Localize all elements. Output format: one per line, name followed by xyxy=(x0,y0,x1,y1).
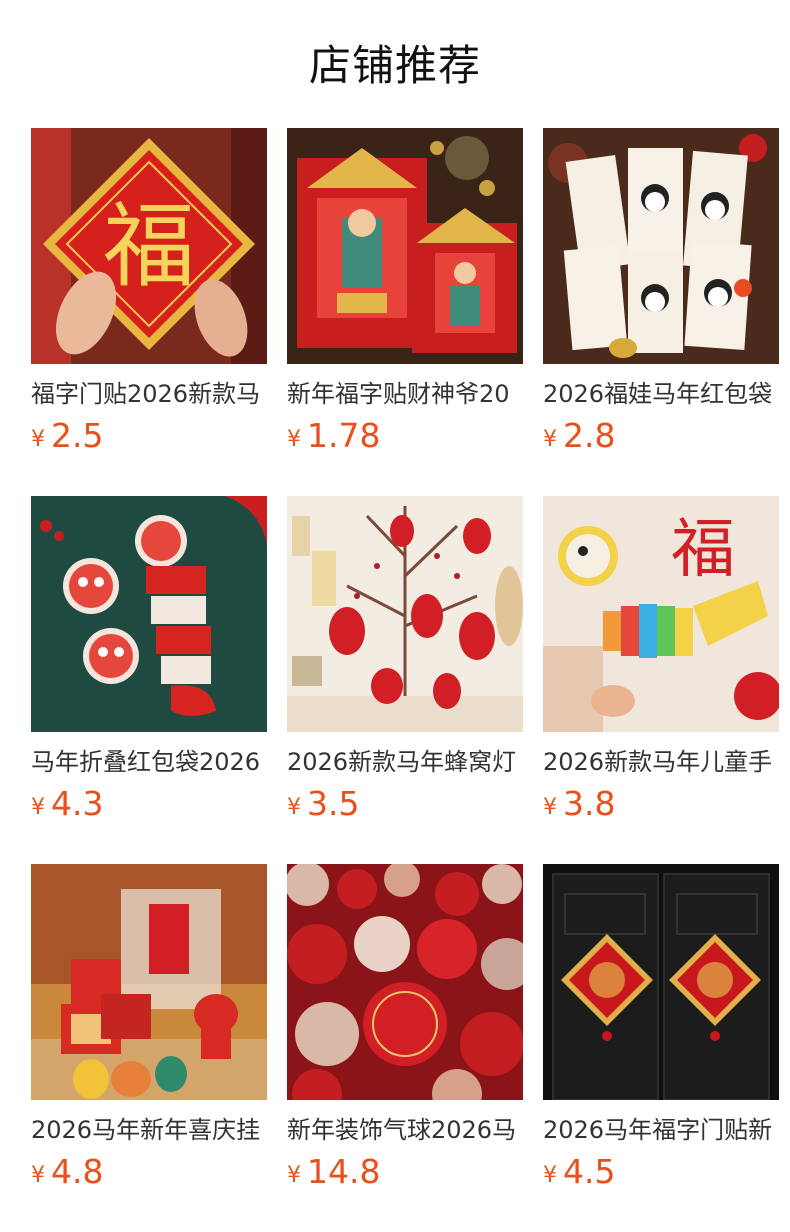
product-price: ¥3.8 xyxy=(543,784,779,830)
price-amount: 4.8 xyxy=(51,1152,104,1191)
product-name[interactable]: 2026新款马年儿童手 xyxy=(543,746,779,778)
price-amount: 14.8 xyxy=(307,1152,381,1191)
product-image[interactable] xyxy=(543,864,779,1100)
product-image[interactable] xyxy=(287,128,523,364)
product-price: ¥4.5 xyxy=(543,1152,779,1198)
product-price: ¥1.78 xyxy=(287,416,523,462)
price-amount: 3.5 xyxy=(307,784,360,823)
price-amount: 3.8 xyxy=(563,784,616,823)
product-name[interactable]: 2026福娃马年红包袋 xyxy=(543,378,779,410)
product-name[interactable]: 新年装饰气球2026马 xyxy=(287,1114,523,1146)
product-image[interactable] xyxy=(31,864,267,1100)
price-amount: 2.5 xyxy=(51,416,104,455)
product-card[interactable]: 马年折叠红包袋2026 ¥4.3 xyxy=(31,496,267,864)
product-card[interactable]: 2026马年福字门贴新 ¥4.5 xyxy=(543,864,779,1232)
product-image[interactable] xyxy=(287,864,523,1100)
product-name[interactable]: 2026马年福字门贴新 xyxy=(543,1114,779,1146)
product-price: ¥14.8 xyxy=(287,1152,523,1198)
product-card[interactable]: 福 福字门贴2026新款马 ¥2.5 xyxy=(31,128,267,496)
product-image[interactable]: 福 xyxy=(31,128,267,364)
product-image[interactable] xyxy=(543,128,779,364)
product-name[interactable]: 2026新款马年蜂窝灯 xyxy=(287,746,523,778)
product-name[interactable]: 2026马年新年喜庆挂 xyxy=(31,1114,267,1146)
currency-symbol: ¥ xyxy=(543,795,557,820)
price-amount: 1.78 xyxy=(307,416,381,455)
product-price: ¥4.8 xyxy=(31,1152,267,1198)
price-amount: 2.8 xyxy=(563,416,616,455)
currency-symbol: ¥ xyxy=(543,1163,557,1188)
product-card[interactable]: 新年福字贴财神爷20 ¥1.78 xyxy=(287,128,523,496)
product-card[interactable]: 新年装饰气球2026马 ¥14.8 xyxy=(287,864,523,1232)
product-image[interactable] xyxy=(287,496,523,732)
currency-symbol: ¥ xyxy=(31,795,45,820)
fu-character: 福 xyxy=(103,193,195,300)
product-price: ¥4.3 xyxy=(31,784,267,830)
product-card[interactable]: 福 2026新款马年儿童手 ¥3.8 xyxy=(543,496,779,864)
product-name[interactable]: 福字门贴2026新款马 xyxy=(31,378,267,410)
fu-character: 福 xyxy=(671,513,735,587)
product-name[interactable]: 新年福字贴财神爷20 xyxy=(287,378,523,410)
currency-symbol: ¥ xyxy=(287,427,301,452)
product-image[interactable] xyxy=(31,496,267,732)
page-title: 店铺推荐 xyxy=(308,41,481,90)
product-card[interactable]: 2026福娃马年红包袋 ¥2.8 xyxy=(543,128,779,496)
currency-symbol: ¥ xyxy=(31,1163,45,1188)
product-image[interactable]: 福 xyxy=(543,496,779,732)
product-price: ¥3.5 xyxy=(287,784,523,830)
product-card[interactable]: 2026马年新年喜庆挂 ¥4.8 xyxy=(31,864,267,1232)
price-amount: 4.3 xyxy=(51,784,104,823)
price-amount: 4.5 xyxy=(563,1152,616,1191)
currency-symbol: ¥ xyxy=(31,427,45,452)
product-grid: 福 福字门贴2026新款马 ¥2.5 新年福字贴财神爷20 ¥ 1.78 202… xyxy=(31,128,779,1232)
product-card[interactable]: 2026新款马年蜂窝灯 ¥3.5 xyxy=(287,496,523,864)
product-price: ¥2.8 xyxy=(543,416,779,462)
product-name[interactable]: 马年折叠红包袋2026 xyxy=(31,746,267,778)
currency-symbol: ¥ xyxy=(543,427,557,452)
currency-symbol: ¥ xyxy=(287,795,301,820)
currency-symbol: ¥ xyxy=(287,1163,301,1188)
product-price: ¥2.5 xyxy=(31,416,267,462)
